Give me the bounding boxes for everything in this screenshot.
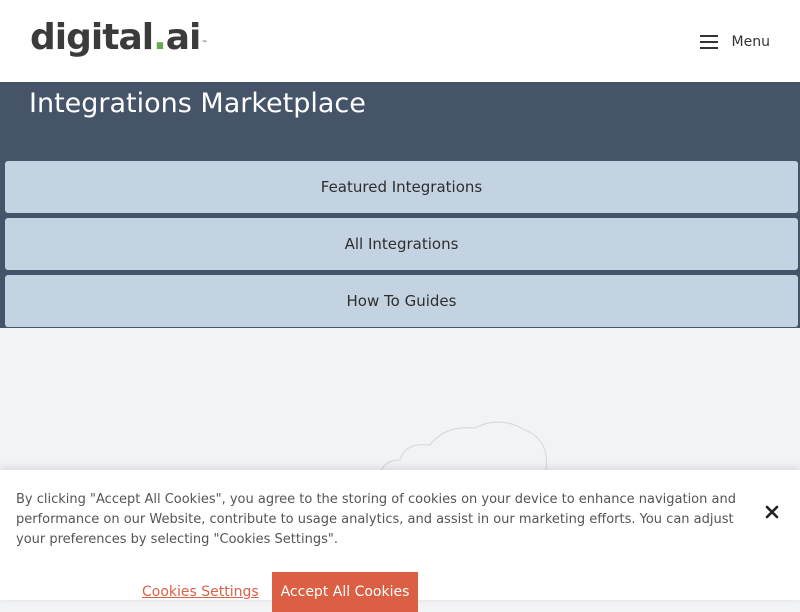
cookie-consent-text: By clicking "Accept All Cookies", you ag…	[16, 492, 736, 547]
hamburger-icon	[699, 35, 718, 49]
logo-part-3: ai	[165, 17, 202, 58]
how-to-guides-button[interactable]: How To Guides	[5, 275, 798, 327]
logo-dot: .	[153, 17, 167, 58]
featured-integrations-button[interactable]: Featured Integrations	[5, 161, 798, 213]
cookie-banner: By clicking "Accept All Cookies", you ag…	[0, 470, 800, 612]
logo-trademark: ™	[201, 40, 207, 47]
cookies-settings-link[interactable]: Cookies Settings	[142, 584, 259, 600]
digital-ai-logo[interactable]: digital.ai™	[30, 16, 207, 60]
logo-part-2: al	[118, 17, 154, 58]
page-title: Integrations Marketplace	[29, 88, 366, 119]
close-icon[interactable]	[762, 502, 782, 522]
menu-button[interactable]: Menu	[699, 30, 770, 54]
site-header: digital.ai™ Menu	[0, 0, 800, 82]
accept-all-cookies-button[interactable]: Accept All Cookies	[272, 572, 418, 612]
menu-label: Menu	[731, 34, 770, 50]
all-integrations-button[interactable]: All Integrations	[5, 218, 798, 270]
logo-part-1: digit	[30, 17, 119, 58]
